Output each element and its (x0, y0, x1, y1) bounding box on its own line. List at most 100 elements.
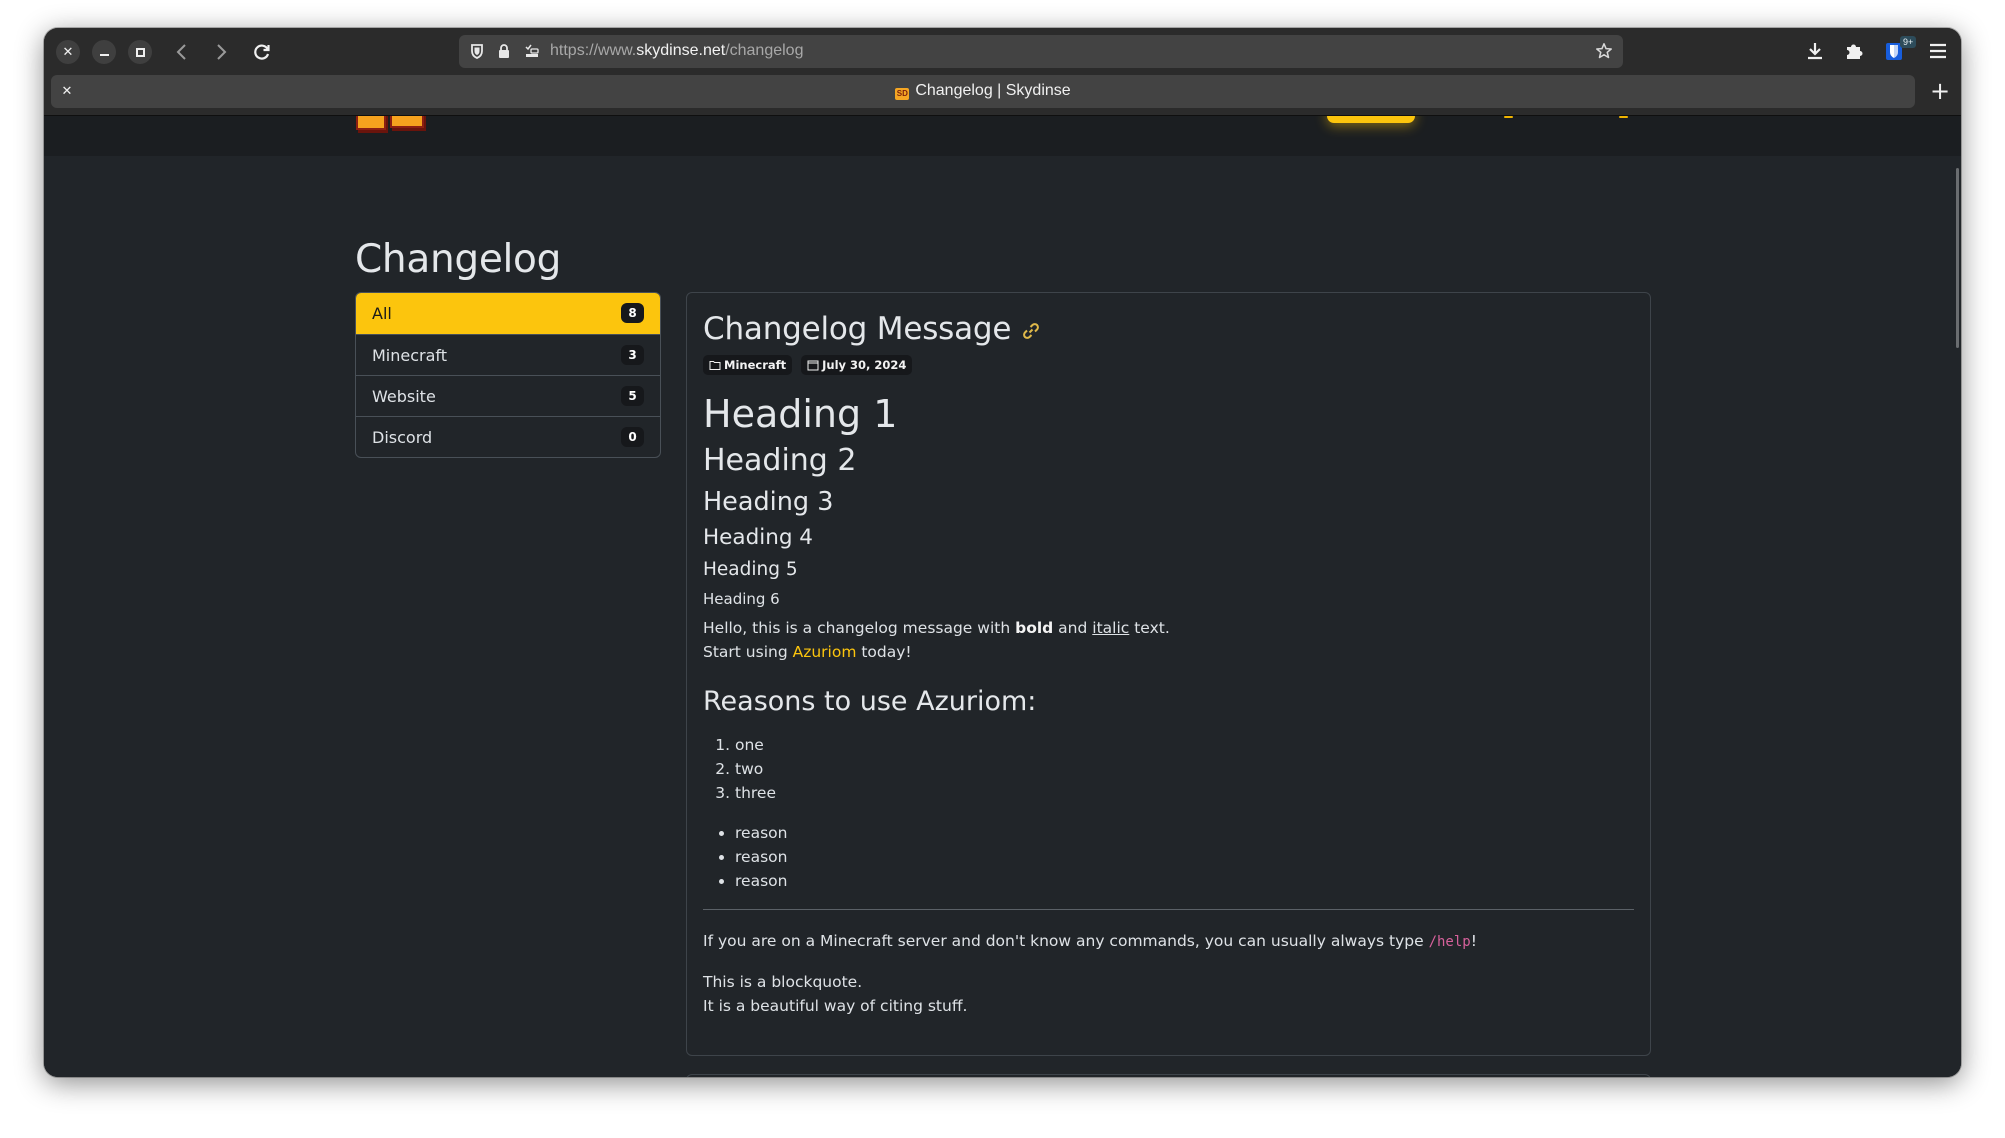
main-content: Changelog All 8 Minecraft 3 Website 5 Di… (44, 156, 1961, 1077)
close-icon: ✕ (62, 44, 74, 60)
link-icon[interactable] (1021, 321, 1041, 341)
download-icon[interactable] (1804, 40, 1826, 62)
blockquote: This is a blockquote. It is a beautiful … (703, 970, 1634, 1018)
plus-icon: + (1929, 77, 1951, 105)
category-item-minecraft[interactable]: Minecraft 3 (356, 334, 660, 375)
category-item-website[interactable]: Website 5 (356, 375, 660, 416)
maximize-icon (135, 47, 145, 57)
url-path: /changelog (725, 42, 804, 59)
tab-strip: ✕ SD Changelog | Skydinse + (44, 75, 1961, 115)
list-item: reason (735, 869, 1634, 893)
category-count-badge: 5 (621, 386, 644, 406)
date-badge-text: July 30, 2024 (822, 358, 907, 372)
tab-changelog[interactable]: ✕ SD Changelog | Skydinse (51, 75, 1915, 108)
next-changelog-card (686, 1074, 1651, 1077)
azuriom-link[interactable]: Azuriom (793, 643, 857, 661)
nav-icon[interactable] (1619, 116, 1628, 118)
url-text[interactable]: https://www.skydinse.net/changelog (550, 42, 803, 60)
hamburger-menu-icon[interactable] (1927, 40, 1949, 62)
text: today! (856, 643, 912, 661)
category-badge-text: Minecraft (724, 358, 787, 372)
address-bar[interactable]: https://www.skydinse.net/changelog (459, 35, 1623, 68)
window-minimize-button[interactable] (92, 40, 116, 64)
category-label: Minecraft (372, 345, 448, 365)
chevron-right-icon (217, 44, 227, 60)
heading-3: Heading 3 (703, 487, 834, 517)
list-item: three (735, 781, 1634, 805)
site-logo[interactable] (356, 116, 426, 133)
page-scrollbar[interactable] (1956, 168, 1959, 348)
bold-text: bold (1015, 619, 1054, 637)
list-item: one (735, 733, 1634, 757)
inline-code: /help (1428, 934, 1471, 950)
favicon: SD (895, 88, 910, 100)
calendar-icon (807, 360, 819, 371)
category-count-badge: 8 (621, 303, 644, 323)
text: and (1053, 619, 1093, 637)
extension-badge: 9+ (1900, 36, 1917, 48)
list-item: two (735, 757, 1634, 781)
star-icon[interactable] (1595, 42, 1613, 60)
category-badge[interactable]: Minecraft (703, 355, 793, 375)
text: Hello, this is a changelog message with (703, 619, 1016, 637)
site-header (44, 116, 1961, 156)
category-item-discord[interactable]: Discord 0 (356, 416, 660, 457)
text: If you are on a Minecraft server and don… (703, 932, 1429, 950)
blockquote-line: This is a blockquote. (703, 973, 863, 991)
window-close-button[interactable]: ✕ (56, 40, 80, 64)
list-item: reason (735, 821, 1634, 845)
text: ! (1470, 932, 1477, 950)
tab-title-text: Changelog | Skydinse (915, 82, 1071, 99)
chevron-left-icon (176, 44, 186, 60)
list-item: reason (735, 845, 1634, 869)
lock-icon[interactable] (496, 43, 512, 59)
url-scheme: https://www. (550, 42, 637, 59)
bullet-list: reason reason reason (703, 821, 1634, 893)
web-page: Changelog All 8 Minecraft 3 Website 5 Di… (44, 115, 1961, 1077)
date-badge: July 30, 2024 (801, 355, 913, 375)
changelog-title: Changelog Message (703, 309, 1634, 349)
minimize-icon (99, 54, 109, 56)
category-label: Website (372, 386, 436, 406)
heading-6: Heading 6 (703, 590, 780, 608)
url-host: skydinse.net (636, 42, 726, 59)
forward-button[interactable] (207, 38, 235, 66)
category-label: All (372, 304, 392, 323)
text: Start using (703, 643, 793, 661)
logo-block (356, 116, 386, 130)
changelog-body: Changelog Message Minecraft July 30, 202… (703, 309, 1634, 1018)
divider (703, 909, 1634, 910)
ordered-list: one two three (703, 733, 1634, 805)
page-title: Changelog (355, 237, 562, 282)
tracking-protection-shield-icon[interactable] (469, 43, 485, 59)
underlined-text: italic (1092, 619, 1130, 637)
reload-button[interactable] (248, 38, 276, 66)
heading-5: Heading 5 (703, 559, 798, 580)
changelog-meta: Minecraft July 30, 2024 (703, 355, 1634, 375)
header-accent-button[interactable] (1327, 116, 1415, 123)
changelog-card: Changelog Message Minecraft July 30, 202… (686, 292, 1651, 1056)
reasons-heading: Reasons to use Azuriom: (703, 686, 1037, 717)
category-item-all[interactable]: All 8 (356, 293, 660, 334)
logo-block (390, 116, 424, 128)
blockquote-line: It is a beautiful way of citing stuff. (703, 997, 968, 1015)
folder-icon (709, 361, 721, 370)
heading-1: Heading 1 (703, 392, 898, 436)
tab-title: SD Changelog | Skydinse (51, 82, 1915, 100)
permissions-icon[interactable] (524, 43, 540, 59)
nav-icon[interactable] (1504, 116, 1513, 118)
puzzle-icon[interactable] (1843, 40, 1865, 62)
heading-4: Heading 4 (703, 525, 813, 550)
changelog-title-text: Changelog Message (703, 311, 1012, 347)
new-tab-button[interactable]: + (1929, 79, 1951, 103)
intro-paragraph: Hello, this is a changelog message with … (703, 616, 1634, 664)
category-count-badge: 3 (621, 345, 644, 365)
text: text. (1129, 619, 1170, 637)
heading-2: Heading 2 (703, 443, 857, 478)
category-list: All 8 Minecraft 3 Website 5 Discord 0 (355, 292, 661, 458)
category-count-badge: 0 (621, 427, 644, 447)
help-paragraph: If you are on a Minecraft server and don… (703, 929, 1634, 954)
category-label: Discord (372, 427, 433, 447)
back-button[interactable] (168, 38, 196, 66)
window-maximize-button[interactable] (128, 40, 152, 64)
